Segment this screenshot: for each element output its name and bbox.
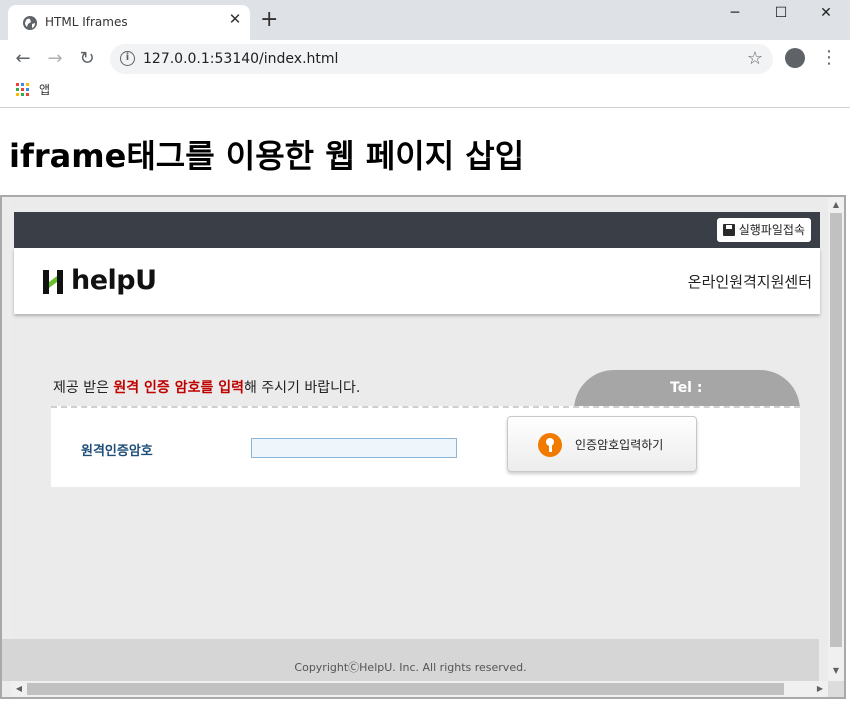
vertical-scroll-thumb[interactable]: [830, 213, 842, 647]
helpu-logo-mark-icon: [43, 270, 63, 294]
minimize-button[interactable]: ─: [712, 0, 758, 28]
profile-avatar-icon[interactable]: [785, 48, 805, 68]
address-bar[interactable]: i 127.0.0.1:53140/index.html ☆: [110, 44, 773, 74]
key-icon: [538, 433, 562, 457]
instruction-part1: 제공 받은: [53, 380, 114, 396]
scroll-right-icon[interactable]: ▶: [812, 681, 828, 697]
globe-icon: [23, 16, 37, 30]
exec-file-label: 실행파일접속: [738, 223, 805, 237]
new-tab-button[interactable]: +: [260, 9, 278, 31]
scrollbar-corner: [828, 681, 844, 697]
url-text[interactable]: 127.0.0.1:53140/index.html: [143, 51, 338, 67]
submit-auth-code-button[interactable]: 인증암호입력하기: [507, 416, 697, 472]
instruction-part2: 해 주시기 바랍니다.: [243, 380, 361, 396]
logo-header: helpU 온라인원격지원센터: [14, 248, 820, 314]
scroll-down-icon[interactable]: ▼: [828, 663, 844, 679]
scroll-left-icon[interactable]: ◀: [11, 681, 27, 697]
tab-title: HTML Iframes: [45, 15, 128, 29]
vertical-scrollbar[interactable]: ▲ ▼: [828, 197, 844, 681]
floppy-disk-icon: [722, 224, 735, 236]
exec-file-button[interactable]: 실행파일접속: [716, 218, 811, 242]
bookmarks-bar: 앱: [0, 78, 850, 108]
instruction-text: 제공 받은 원격 인증 암호를 입력해 주시기 바랍니다.: [53, 377, 360, 397]
auth-code-input[interactable]: [251, 438, 457, 458]
back-button[interactable]: ←: [12, 48, 34, 70]
tab-close-icon[interactable]: ✕: [227, 11, 243, 27]
apps-label[interactable]: 앱: [39, 81, 50, 98]
instruction-highlight: 원격 인증 암호를 입력: [113, 380, 244, 396]
browser-menu-icon[interactable]: ⋮: [820, 48, 838, 68]
reload-button[interactable]: ↻: [76, 48, 98, 70]
page-body: iframe태그를 이용한 웹 페이지 삽입 실행파일접속 helpU 온라인원…: [0, 109, 850, 726]
horizontal-scroll-thumb[interactable]: [27, 683, 784, 695]
tel-tab: Tel :: [574, 370, 800, 410]
forward-button[interactable]: →: [44, 48, 66, 70]
page-title: iframe태그를 이용한 웹 페이지 삽입: [9, 137, 525, 175]
auth-code-label: 원격인증암호: [81, 444, 153, 459]
tab-strip: HTML Iframes ✕ + ─ ☐ ✕: [0, 0, 850, 40]
embedded-iframe: 실행파일접속 helpU 온라인원격지원센터 제공 받은 원격 인증 암호를 입…: [0, 195, 846, 699]
submit-auth-code-label: 인증암호입력하기: [575, 438, 664, 452]
apps-grid-icon[interactable]: [16, 83, 30, 97]
tel-label: Tel :: [670, 380, 703, 396]
copyright-text: CopyrightⒸHelpU. Inc. All rights reserve…: [294, 661, 527, 674]
site-info-icon[interactable]: i: [120, 51, 135, 66]
helpu-logo-text: helpU: [71, 265, 157, 296]
horizontal-scrollbar[interactable]: ◀ ▶: [11, 681, 828, 697]
browser-tab[interactable]: HTML Iframes ✕: [8, 5, 250, 40]
center-name: 온라인원격지원센터: [687, 273, 812, 291]
auth-form-panel: 원격인증암호 인증암호입력하기: [51, 406, 800, 487]
window-close-button[interactable]: ✕: [803, 0, 849, 28]
helpu-logo[interactable]: helpU: [43, 265, 157, 296]
iframe-footer: CopyrightⒸHelpU. Inc. All rights reserve…: [2, 639, 819, 681]
maximize-button[interactable]: ☐: [758, 0, 804, 28]
iframe-top-bar: 실행파일접속: [14, 212, 820, 248]
browser-toolbar: ← → ↻ i 127.0.0.1:53140/index.html ☆ ⋮: [0, 40, 850, 78]
scroll-up-icon[interactable]: ▲: [828, 197, 844, 213]
bookmark-star-icon[interactable]: ☆: [747, 48, 763, 69]
